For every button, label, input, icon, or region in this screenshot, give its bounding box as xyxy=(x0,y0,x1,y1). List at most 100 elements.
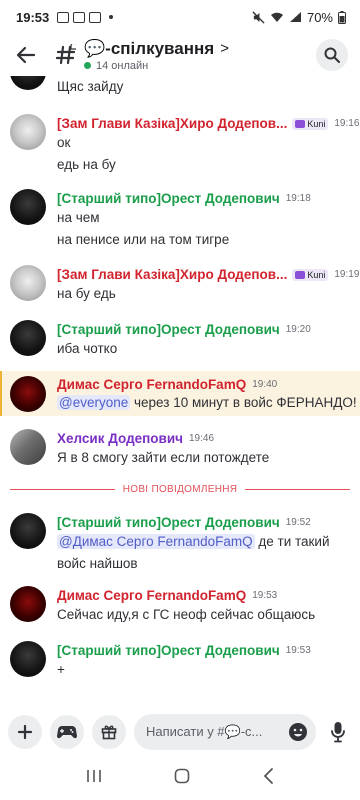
message-time: 19:18 xyxy=(285,193,311,204)
back-nav-icon xyxy=(264,767,273,784)
message-time: 19:46 xyxy=(189,433,215,444)
channel-hash-icon xyxy=(54,41,78,69)
notification-icons xyxy=(57,11,114,23)
gift-button[interactable] xyxy=(92,715,126,749)
message-author[interactable]: Димас Серго FernandoFamQ xyxy=(57,377,246,392)
server-tag-badge[interactable]: Kuni xyxy=(292,268,329,281)
message-text: иба чотко xyxy=(57,341,118,356)
mention-user[interactable]: @Димас Серго FernandoFamQ xyxy=(57,534,255,549)
message-item-mentioned[interactable]: Димас Серго FernandoFamQ 19:40 @everyone… xyxy=(0,371,360,417)
message-time: 19:16 xyxy=(334,118,360,129)
message-text: Я в 8 смогу зайти если потождете xyxy=(57,450,270,465)
home-button[interactable] xyxy=(174,768,190,789)
emoji-button[interactable] xyxy=(286,720,310,744)
more-notifications-icon xyxy=(109,15,114,19)
avatar[interactable] xyxy=(10,76,46,90)
channel-name: 💬-спілкування xyxy=(84,38,215,58)
message-text: @everyone через 10 минут в войс ФЕРНАНДО… xyxy=(57,395,357,410)
gift-icon xyxy=(101,725,117,740)
avatar[interactable] xyxy=(10,320,46,356)
home-icon xyxy=(174,768,190,783)
battery-icon xyxy=(338,10,346,24)
new-messages-divider: НОВІ ПОВІДОМЛЕННЯ xyxy=(10,482,350,496)
message-text: Сейчас иду,я с ГС неоф сейчас общаюсь xyxy=(57,607,316,622)
message-text: ок xyxy=(57,135,71,150)
online-count: 14 онлайн xyxy=(96,59,149,72)
recent-apps-icon xyxy=(87,769,101,782)
message-time: 19:40 xyxy=(252,379,278,390)
system-navigation-bar xyxy=(0,756,360,800)
gallery-icon xyxy=(57,11,70,23)
mute-icon xyxy=(252,10,265,24)
message-time: 19:53 xyxy=(285,645,311,656)
avatar[interactable] xyxy=(10,265,46,301)
message-text: Щяс зайду xyxy=(57,79,124,94)
message-list[interactable]: Щяс зайду [Зам Глави Казіка]Хиро Додепов… xyxy=(0,76,360,706)
tag-icon xyxy=(295,119,306,128)
divider-line xyxy=(10,488,115,490)
search-button[interactable] xyxy=(316,39,348,71)
message-time: 19:19 xyxy=(334,269,360,280)
message-author[interactable]: [Старший типо]Орест Додепович xyxy=(57,643,280,658)
microphone-icon xyxy=(331,722,345,743)
avatar[interactable] xyxy=(10,641,46,677)
message-input[interactable]: Написати у #💬-с... xyxy=(134,714,316,750)
avatar[interactable] xyxy=(10,376,46,412)
search-icon xyxy=(324,47,340,63)
avatar[interactable] xyxy=(10,586,46,622)
message-text: едь на бу xyxy=(57,157,116,172)
app-icon xyxy=(89,11,102,23)
tag-label: Kuni xyxy=(307,269,326,280)
mention-everyone[interactable]: @everyone xyxy=(57,395,131,410)
chevron-right-icon: > xyxy=(220,40,229,57)
tag-icon xyxy=(295,270,306,279)
status-time: 19:53 xyxy=(16,9,50,25)
message-author[interactable]: [Старший типо]Орест Додепович xyxy=(57,515,280,530)
message-text-rest: через 10 минут в войс ФЕРНАНДО! xyxy=(130,395,357,410)
message-composer: Написати у #💬-с... xyxy=(0,710,360,754)
avatar[interactable] xyxy=(10,429,46,465)
online-dot-icon xyxy=(84,62,91,69)
tag-label: Kuni xyxy=(307,118,326,129)
gamepad-icon xyxy=(57,726,77,739)
channel-header: 💬-спілкування > 14 онлайн xyxy=(0,34,360,76)
recent-apps-button[interactable] xyxy=(86,769,102,788)
message-text-rest: де ти такий xyxy=(254,534,330,549)
status-bar: 19:53 70% xyxy=(0,0,360,34)
message-text: @Димас Серго FernandoFamQ де ти такий xyxy=(57,534,330,549)
back-nav-button[interactable] xyxy=(262,767,274,789)
avatar[interactable] xyxy=(10,189,46,225)
battery-level: 70% xyxy=(306,9,333,25)
wifi-icon xyxy=(270,12,283,22)
arrow-left-icon xyxy=(16,46,36,64)
message-author[interactable]: [Старший типо]Орест Додепович xyxy=(57,191,280,206)
message-author[interactable]: [Старший типо]Орест Додепович xyxy=(57,322,280,337)
divider-line xyxy=(245,488,350,490)
message-time: 19:53 xyxy=(252,590,278,601)
voice-message-button[interactable] xyxy=(324,715,352,749)
message-text: на пенисе или на том тигре xyxy=(57,232,230,247)
signal-icon xyxy=(289,12,301,22)
mail-icon xyxy=(73,11,86,23)
emoji-icon xyxy=(289,723,307,741)
message-author[interactable]: Хелсик Додепович xyxy=(57,431,183,446)
message-text: войс найшов xyxy=(57,556,138,571)
avatar[interactable] xyxy=(10,513,46,549)
message-author[interactable]: [Зам Глави Казіка]Хиро Додепов... xyxy=(57,267,287,282)
message-text: на чем xyxy=(57,210,100,225)
activities-button[interactable] xyxy=(50,715,84,749)
plus-icon xyxy=(17,724,33,740)
server-tag-badge[interactable]: Kuni xyxy=(292,117,329,130)
message-text: + xyxy=(57,662,65,677)
message-author[interactable]: Димас Серго FernandoFamQ xyxy=(57,588,246,603)
message-input-placeholder: Написати у #💬-с... xyxy=(146,724,263,739)
message-text: на бу едь xyxy=(57,286,116,301)
message-author[interactable]: [Зам Глави Казіка]Хиро Додепов... xyxy=(57,116,287,131)
channel-title-block[interactable]: 💬-спілкування > 14 онлайн xyxy=(84,39,229,72)
add-attachment-button[interactable] xyxy=(8,715,42,749)
system-icons: 70% xyxy=(252,10,346,25)
message-time: 19:20 xyxy=(285,324,311,335)
message-time: 19:52 xyxy=(285,517,311,528)
avatar[interactable] xyxy=(10,114,46,150)
back-button[interactable] xyxy=(12,41,40,69)
